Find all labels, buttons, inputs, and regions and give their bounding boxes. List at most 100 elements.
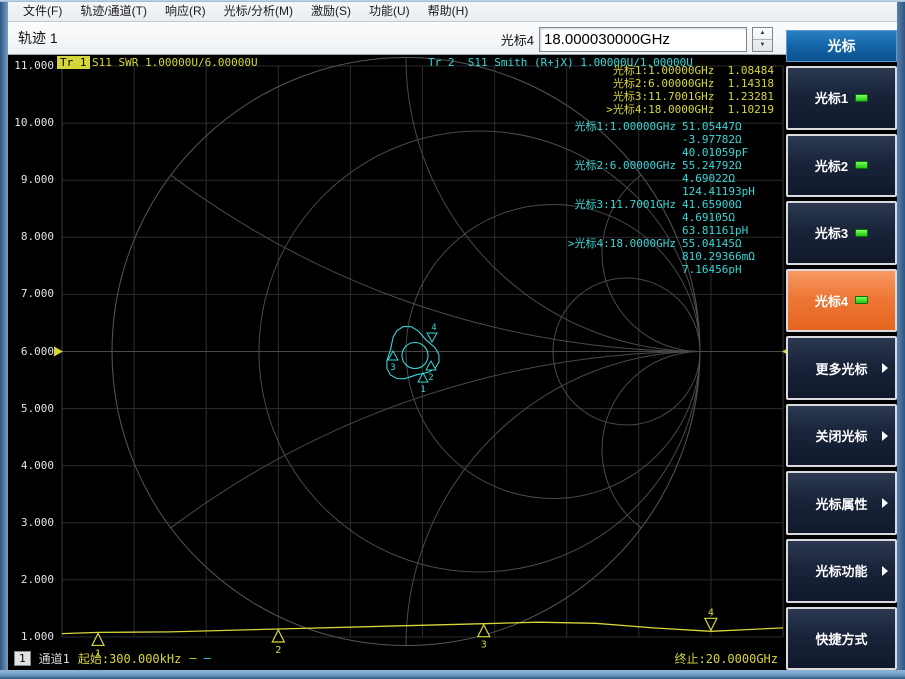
trace2-readout-label: >光标4:18.0000GHz — [568, 237, 676, 250]
softkey-光标1[interactable]: 光标1 — [786, 66, 897, 130]
trace2-marker-readout: 光标1:1.00000GHz 51.05447Ω-3.97782Ω40.01059… — [568, 120, 774, 276]
svg-text:4: 4 — [431, 323, 436, 333]
y-tick-label: 7.000 — [12, 288, 54, 300]
toolbar: 轨迹 1 光标4 ▲ ▼ — [8, 22, 897, 55]
channel-status-bar: 1 通道1 起始:300.000kHz — — 终止:20.0000GHz — [14, 649, 778, 667]
y-tick-label: 5.000 — [12, 403, 54, 415]
window-border-bottom — [0, 670, 905, 679]
sidebar-buttons: 光标1 光标2 光标3 光标4 更多光标关闭光标光标属性光标功能快捷方式 — [786, 62, 897, 670]
trace2-readout-label: 光标2:6.00000GHz — [568, 159, 676, 172]
softkey-光标属性[interactable]: 光标属性 — [786, 471, 897, 535]
menu-bar: 文件(F)轨迹/通道(T)响应(R)光标/分析(M)激励(S)功能(U)帮助(H… — [8, 2, 897, 22]
y-tick-label: 2.000 — [12, 574, 54, 586]
trace2-readout-label — [568, 146, 676, 159]
softkey-快捷方式[interactable]: 快捷方式 — [786, 607, 897, 671]
trace2-readout-value: 40.01059pF — [682, 146, 774, 159]
marker-on-led-icon — [855, 161, 868, 169]
trace2-readout-value: 55.04145Ω — [682, 237, 774, 250]
trace2-readout-label — [568, 263, 676, 276]
softkey-光标4[interactable]: 光标4 — [786, 269, 897, 333]
spinner-up-button[interactable]: ▲ — [753, 28, 772, 39]
trace1-title: S11 SWR 1.00000U/6.00000U — [92, 56, 258, 69]
y-tick-label: 11.000 — [12, 60, 54, 72]
frequency-spinner: ▲ ▼ — [752, 27, 773, 52]
stop-frequency-label: 终止:20.0000GHz — [675, 650, 778, 667]
svg-text:2: 2 — [428, 373, 433, 383]
y-tick-label: 9.000 — [12, 174, 54, 186]
trace1-badge[interactable]: Tr 1 — [57, 56, 90, 69]
trace1-readout-row: 光标3:11.7001GHz 1.23281 — [606, 90, 774, 103]
menu-item-1[interactable]: 轨迹/通道(T) — [71, 2, 156, 21]
plot-area[interactable]: 12343124 Tr 1 S11 SWR 1.00000U/6.00000U … — [8, 55, 786, 670]
trace1-readout-row: 光标2:6.00000GHz 1.14318 — [606, 77, 774, 90]
softkey-label: 光标1 — [815, 88, 848, 107]
trace2-readout-value: 4.69105Ω — [682, 211, 774, 224]
softkey-关闭光标[interactable]: 关闭光标 — [786, 404, 897, 468]
svg-text:1: 1 — [420, 385, 425, 395]
menu-item-2[interactable]: 响应(R) — [156, 2, 215, 21]
svg-text:4: 4 — [708, 607, 714, 618]
trace2-readout-label — [568, 211, 676, 224]
softkey-label: 光标属性 — [815, 494, 867, 513]
softkey-sidebar: 光标 光标1 光标2 光标3 光标4 更多光标关闭光标光标属性光标功能快捷方式 — [786, 30, 897, 670]
y-tick-label: 10.000 — [12, 117, 54, 129]
menu-item-0[interactable]: 文件(F) — [14, 2, 71, 21]
trace1-readout-row: 光标1:1.00000GHz 1.08484 — [606, 64, 774, 77]
trace2-readout-value: 7.16456pH — [682, 263, 774, 276]
trace2-readout-value: 55.24792Ω — [682, 159, 774, 172]
marker-entry-label: 光标4 — [501, 30, 534, 49]
menu-item-3[interactable]: 光标/分析(M) — [215, 2, 302, 21]
softkey-label: 更多光标 — [815, 359, 867, 378]
trace2-color-key: — — [204, 651, 210, 665]
y-tick-label: 1.000 — [12, 631, 54, 643]
trace2-readout-label: 光标3:11.7001GHz — [568, 198, 676, 211]
marker-on-led-icon — [855, 94, 868, 102]
menu-item-5[interactable]: 功能(U) — [360, 2, 419, 21]
trace2-readout-value: 124.41193pH — [682, 185, 774, 198]
menu-item-6[interactable]: 帮助(H) — [419, 2, 478, 21]
menu-item-4[interactable]: 激励(S) — [302, 2, 360, 21]
channel-badge: 1 — [14, 651, 31, 666]
channel-name: 通道1 — [39, 650, 70, 667]
softkey-label: 光标3 — [815, 223, 848, 242]
softkey-光标2[interactable]: 光标2 — [786, 134, 897, 198]
trace2-readout-value: 51.05447Ω — [682, 120, 774, 133]
trace2-readout-label — [568, 172, 676, 185]
softkey-label: 光标4 — [815, 291, 848, 310]
softkey-光标功能[interactable]: 光标功能 — [786, 539, 897, 603]
softkey-光标3[interactable]: 光标3 — [786, 201, 897, 265]
y-tick-label: 6.000 — [12, 346, 54, 358]
trace2-readout-value: -3.97782Ω — [682, 133, 774, 146]
spinner-down-button[interactable]: ▼ — [753, 39, 772, 51]
trace2-readout-label — [568, 133, 676, 146]
trace1-readout-row: >光标4:18.0000GHz 1.10219 — [606, 103, 774, 116]
trace1-color-key: — — [189, 651, 195, 665]
softkey-label: 快捷方式 — [815, 629, 867, 648]
trace2-readout-value: 4.69022Ω — [682, 172, 774, 185]
softkey-label: 光标功能 — [815, 561, 867, 580]
trace2-readout-label: 光标1:1.00000GHz — [568, 120, 676, 133]
trace1-marker-readout: 光标1:1.00000GHz 1.08484光标2:6.00000GHz 1.1… — [606, 64, 774, 116]
trace2-readout-value: 63.81161pH — [682, 224, 774, 237]
marker-frequency-entry: 光标4 ▲ ▼ — [501, 26, 773, 52]
trace-tab[interactable]: 轨迹 1 — [18, 28, 58, 48]
marker-on-led-icon — [855, 229, 868, 237]
softkey-更多光标[interactable]: 更多光标 — [786, 336, 897, 400]
trace2-readout-value: 810.29366mΩ — [682, 250, 774, 263]
svg-text:3: 3 — [390, 363, 395, 373]
submenu-arrow-icon — [882, 566, 888, 576]
start-frequency-label: 起始:300.000kHz — [78, 650, 181, 667]
softkey-label: 光标2 — [815, 156, 848, 175]
trace2-readout-label — [568, 250, 676, 263]
y-tick-label: 3.000 — [12, 517, 54, 529]
marker-on-led-icon — [855, 296, 868, 304]
submenu-arrow-icon — [882, 363, 888, 373]
vna-application-window: 文件(F)轨迹/通道(T)响应(R)光标/分析(M)激励(S)功能(U)帮助(H… — [0, 0, 905, 679]
marker-frequency-input[interactable] — [539, 27, 747, 52]
softkey-label: 关闭光标 — [815, 426, 867, 445]
trace2-readout-label — [568, 224, 676, 237]
sidebar-header: 光标 — [786, 30, 897, 62]
trace2-readout-value: 41.65900Ω — [682, 198, 774, 211]
trace2-readout-label — [568, 185, 676, 198]
submenu-arrow-icon — [882, 498, 888, 508]
